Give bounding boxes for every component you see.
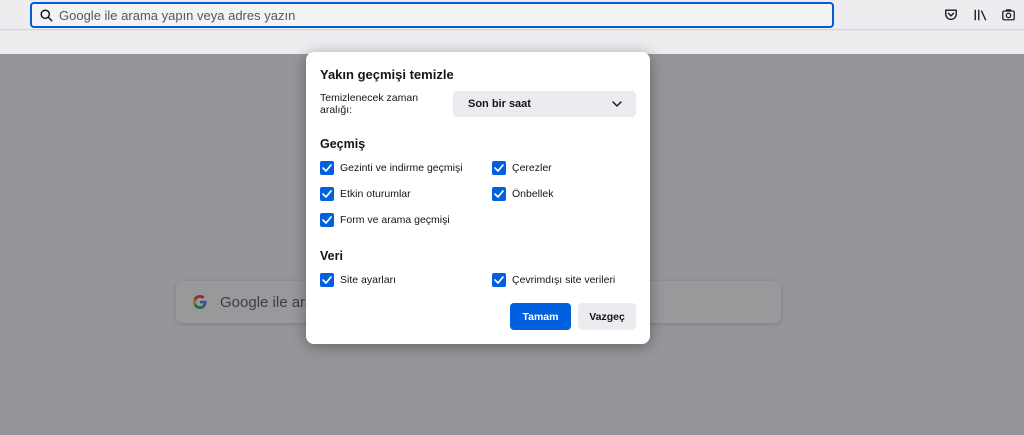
check-icon [320, 161, 334, 175]
cancel-button[interactable]: Vazgeç [578, 303, 636, 330]
checkbox-offline-site-data[interactable]: Çevrimdışı site verileri [492, 267, 642, 293]
url-input[interactable] [59, 5, 832, 25]
checkbox-form-search-history[interactable]: Form ve arama geçmişi [320, 207, 492, 233]
pocket-icon[interactable] [942, 6, 960, 24]
checkbox-label: Etkin oturumlar [340, 188, 411, 200]
checkbox-label: Site ayarları [340, 274, 397, 286]
ok-button[interactable]: Tamam [510, 303, 571, 330]
clear-history-dialog: Yakın geçmişi temizle Temizlenecek zaman… [306, 52, 650, 344]
chevron-down-icon [612, 101, 622, 107]
checkbox-label: Çerezler [512, 162, 552, 174]
checkbox-label: Form ve arama geçmişi [340, 214, 450, 226]
data-section-title: Veri [320, 249, 343, 263]
check-icon [320, 187, 334, 201]
check-icon [320, 213, 334, 227]
dialog-title: Yakın geçmişi temizle [320, 67, 454, 82]
checkbox-label: Gezinti ve indirme geçmişi [340, 162, 463, 174]
checkbox-label: Çevrimdışı site verileri [512, 274, 616, 286]
checkbox-label: Önbellek [512, 188, 554, 200]
check-icon [492, 273, 506, 287]
time-range-row: Temizlenecek zaman aralığı: Son bir saat [320, 91, 636, 117]
history-section-title: Geçmiş [320, 137, 366, 151]
url-bar[interactable] [30, 2, 834, 28]
checkbox-active-sessions[interactable]: Etkin oturumlar [320, 181, 492, 207]
checkbox-cookies[interactable]: Çerezler [492, 155, 642, 181]
browser-toolbar [0, 0, 1024, 30]
history-checkboxes: Gezinti ve indirme geçmişi Çerezler Etki… [320, 155, 636, 233]
time-range-select[interactable]: Son bir saat [453, 91, 636, 117]
checkbox-browsing-history[interactable]: Gezinti ve indirme geçmişi [320, 155, 492, 181]
time-range-label: Temizlenecek zaman aralığı: [320, 92, 419, 116]
screenshot-icon[interactable] [999, 6, 1017, 24]
dialog-buttons: Tamam Vazgeç [510, 303, 636, 330]
time-range-value: Son bir saat [468, 98, 531, 110]
library-icon[interactable] [971, 6, 989, 24]
data-checkboxes: Site ayarları Çevrimdışı site verileri [320, 267, 636, 293]
check-icon [492, 161, 506, 175]
checkbox-cache[interactable]: Önbellek [492, 181, 642, 207]
search-icon [40, 8, 53, 22]
checkbox-site-settings[interactable]: Site ayarları [320, 267, 492, 293]
check-icon [492, 187, 506, 201]
check-icon [320, 273, 334, 287]
